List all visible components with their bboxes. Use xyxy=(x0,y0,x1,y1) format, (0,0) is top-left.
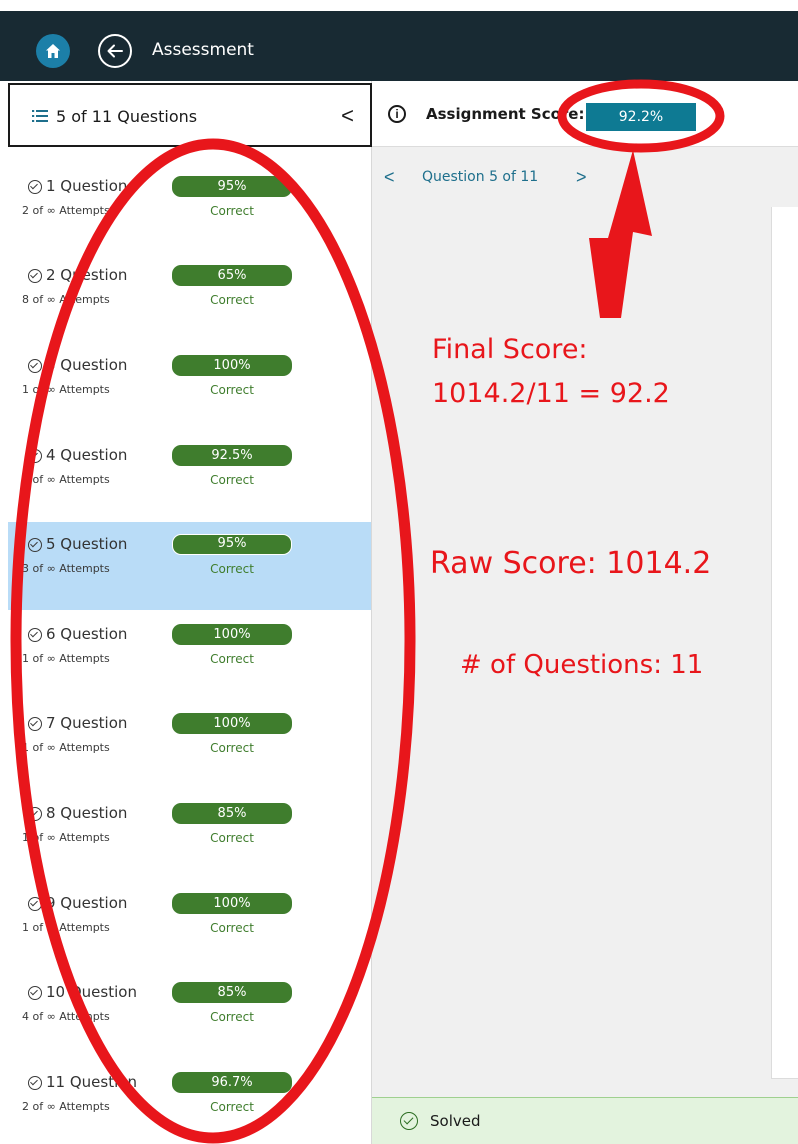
question-title: 10 Question xyxy=(46,983,137,1001)
question-list-item[interactable]: 3 Question 1 of ∞ Attempts 100% Correct xyxy=(8,343,371,431)
question-title: 1 Question xyxy=(46,177,128,195)
collapse-chevron-icon[interactable]: < xyxy=(341,103,354,129)
question-status: Correct xyxy=(210,652,254,666)
check-circle-icon xyxy=(28,269,42,283)
list-icon xyxy=(32,110,48,122)
page-title: Assessment xyxy=(152,40,254,60)
prev-question-button[interactable]: < xyxy=(384,167,395,188)
check-circle-icon xyxy=(28,897,42,911)
question-score-badge: 100% xyxy=(172,624,292,645)
question-status: Correct xyxy=(210,473,254,487)
check-circle-icon xyxy=(28,180,42,194)
question-status: Correct xyxy=(210,831,254,845)
question-status: Correct xyxy=(210,293,254,307)
question-attempts: 4 of ∞ Attempts xyxy=(22,1010,110,1023)
question-score-badge: 85% xyxy=(172,803,292,824)
final-score-annotation: Final Score: xyxy=(432,334,588,365)
question-score-badge: 96.7% xyxy=(172,1072,292,1093)
question-status: Correct xyxy=(210,741,254,755)
check-circle-icon xyxy=(28,1076,42,1090)
question-attempts: 2 of ∞ Attempts xyxy=(22,1100,110,1113)
question-sidebar: 5 of 11 Questions < 1 Question 2 of ∞ Att… xyxy=(0,81,372,1144)
question-attempts: 1 of ∞ Attempts xyxy=(22,473,110,486)
home-icon xyxy=(46,44,60,58)
question-list-item[interactable]: 5 Question 3 of ∞ Attempts 95% Correct xyxy=(8,522,371,610)
question-score-badge: 100% xyxy=(172,893,292,914)
question-score-badge: 95% xyxy=(172,534,292,555)
question-list-item[interactable]: 1 Question 2 of ∞ Attempts 95% Correct xyxy=(8,164,371,252)
solved-banner: Solved xyxy=(372,1097,798,1144)
question-title: 5 Question xyxy=(46,535,128,553)
info-icon[interactable]: i xyxy=(388,105,406,123)
question-title: 7 Question xyxy=(46,714,128,732)
question-attempts: 1 of ∞ Attempts xyxy=(22,652,110,665)
question-title: 2 Question xyxy=(46,266,128,284)
question-status: Correct xyxy=(210,562,254,576)
question-list-item[interactable]: 2 Question 8 of ∞ Attempts 65% Correct xyxy=(8,253,371,341)
question-attempts: 8 of ∞ Attempts xyxy=(22,293,110,306)
question-navigation: < Question 5 of 11 > xyxy=(372,147,798,207)
check-circle-icon xyxy=(28,717,42,731)
home-button[interactable] xyxy=(36,34,70,68)
solved-label: Solved xyxy=(430,1112,481,1130)
question-title: 11 Question xyxy=(46,1073,137,1091)
top-strip xyxy=(0,0,798,11)
question-count-label: 5 of 11 Questions xyxy=(56,107,198,126)
question-attempts: 1 of ∞ Attempts xyxy=(22,921,110,934)
question-list-item[interactable]: 8 Question 1 of ∞ Attempts 85% Correct xyxy=(8,791,371,879)
question-nav-label[interactable]: Question 5 of 11 xyxy=(422,169,538,185)
raw-score-annotation: Raw Score: 1014.2 xyxy=(430,546,712,581)
question-list-item[interactable]: 6 Question 1 of ∞ Attempts 100% Correct xyxy=(8,612,371,700)
question-attempts: 1 of ∞ Attempts xyxy=(22,831,110,844)
question-attempts: 1 of ∞ Attempts xyxy=(22,383,110,396)
page: Assessment 5 of 11 Questions < 1 Questio… xyxy=(0,0,798,1144)
question-list-item[interactable]: 9 Question 1 of ∞ Attempts 100% Correct xyxy=(8,881,371,969)
question-attempts: 3 of ∞ Attempts xyxy=(22,562,110,575)
app-header: Assessment xyxy=(0,11,798,81)
question-attempts: 2 of ∞ Attempts xyxy=(22,204,110,217)
question-status: Correct xyxy=(210,383,254,397)
question-title: 8 Question xyxy=(46,804,128,822)
question-score-badge: 65% xyxy=(172,265,292,286)
check-circle-icon xyxy=(28,986,42,1000)
question-score-badge: 85% xyxy=(172,982,292,1003)
question-list-item[interactable]: 10 Question 4 of ∞ Attempts 85% Correct xyxy=(8,970,371,1058)
question-list-toggle[interactable]: 5 of 11 Questions < xyxy=(8,83,372,147)
question-score-badge: 92.5% xyxy=(172,445,292,466)
check-circle-icon xyxy=(400,1112,418,1130)
question-status: Correct xyxy=(210,921,254,935)
back-button[interactable] xyxy=(98,34,132,68)
question-score-badge: 100% xyxy=(172,355,292,376)
assignment-score-label: Assignment Score: xyxy=(426,105,585,123)
question-title: 3 Question xyxy=(46,356,128,374)
check-circle-icon xyxy=(28,359,42,373)
next-question-button[interactable]: > xyxy=(576,167,587,188)
back-arrow-icon xyxy=(107,44,123,58)
question-status: Correct xyxy=(210,204,254,218)
question-list-item[interactable]: 7 Question 1 of ∞ Attempts 100% Correct xyxy=(8,701,371,789)
question-title: 4 Question xyxy=(46,446,128,464)
question-score-badge: 95% xyxy=(172,176,292,197)
main-panel: i Assignment Score: 92.2% < Question 5 o… xyxy=(372,81,798,1144)
check-circle-icon xyxy=(28,449,42,463)
check-circle-icon xyxy=(28,538,42,552)
final-score-formula-annotation: 1014.2/11 = 92.2 xyxy=(432,378,670,409)
question-content-panel xyxy=(771,207,798,1079)
assignment-score-badge: 92.2% xyxy=(586,103,696,131)
question-list-item[interactable]: 4 Question 1 of ∞ Attempts 92.5% Correct xyxy=(8,433,371,521)
question-title: 9 Question xyxy=(46,894,128,912)
question-count-annotation: # of Questions: 11 xyxy=(460,650,704,680)
score-bar: i Assignment Score: 92.2% xyxy=(372,81,798,147)
question-score-badge: 100% xyxy=(172,713,292,734)
question-attempts: 1 of ∞ Attempts xyxy=(22,741,110,754)
question-status: Correct xyxy=(210,1100,254,1114)
check-circle-icon xyxy=(28,628,42,642)
question-status: Correct xyxy=(210,1010,254,1024)
question-list-item[interactable]: 11 Question 2 of ∞ Attempts 96.7% Correct xyxy=(8,1060,371,1144)
check-circle-icon xyxy=(28,807,42,821)
question-title: 6 Question xyxy=(46,625,128,643)
